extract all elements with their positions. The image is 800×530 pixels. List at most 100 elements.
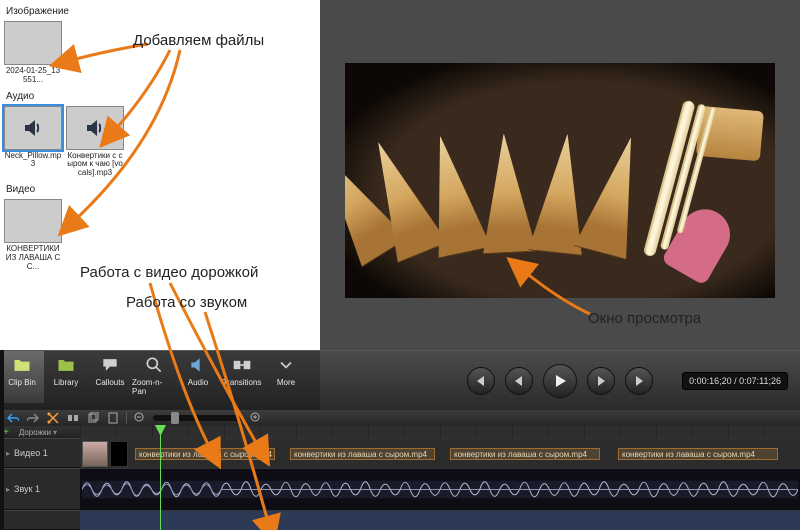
zoom-in-icon — [250, 412, 262, 424]
triangle-right-icon — [596, 376, 606, 386]
scissors-icon — [47, 412, 59, 424]
video-clip[interactable]: конвертики из лаваша с сыром.mp4 — [618, 448, 778, 460]
transitions-icon — [232, 355, 252, 375]
tab-library[interactable]: Library — [44, 351, 88, 403]
audio-track: ▸ Звук 1 — [0, 468, 800, 510]
track-label-video[interactable]: ▸ Видео 1 — [0, 438, 80, 468]
transport-bar: 0:00:16;20 / 0:07:11;26 — [320, 350, 800, 410]
annotation-video-track: Работа с видео дорожкой — [80, 264, 258, 281]
split-icon — [67, 412, 79, 424]
audio-lane-2[interactable] — [80, 510, 800, 530]
undo-button[interactable] — [6, 412, 20, 424]
step-back-button[interactable] — [505, 367, 533, 395]
tracks-label: Дорожки — [19, 428, 51, 437]
track-label-audio-2[interactable] — [0, 510, 80, 530]
tab-transitions[interactable]: Transitions — [220, 351, 264, 403]
step-fwd-button[interactable] — [587, 367, 615, 395]
zoom-icon — [144, 355, 164, 375]
zoom-out-icon — [134, 412, 146, 424]
next-frame-button[interactable] — [625, 367, 653, 395]
audio-lane[interactable] — [80, 468, 800, 510]
media-item[interactable]: Neck_Pillow.mp3 — [4, 106, 62, 178]
tab-audio[interactable]: Audio — [176, 351, 220, 403]
speaker-icon — [21, 116, 45, 140]
callout-icon — [100, 355, 120, 375]
audio-thumbnail — [66, 106, 124, 150]
track-name: Видео 1 — [14, 448, 48, 458]
copy-icon — [87, 412, 99, 424]
speaker-icon — [83, 116, 107, 140]
track-header-bar: + Дорожки ▾ — [0, 426, 800, 438]
cut-button[interactable] — [46, 412, 60, 424]
paste-icon — [107, 412, 119, 424]
preview-canvas[interactable] — [345, 63, 775, 298]
play-button[interactable] — [543, 364, 577, 398]
video-lane[interactable]: конвертики из лаваша с сыром.mp4 конверт… — [80, 438, 800, 468]
audio-thumb-row: Neck_Pillow.mp3 Конвертики с сыром к чаю… — [4, 106, 296, 178]
slider-knob[interactable] — [171, 412, 179, 424]
zoom-slider[interactable] — [153, 415, 243, 421]
section-label-audio: Аудио — [6, 91, 296, 102]
chevron-down-icon — [276, 355, 296, 375]
audio-track-2 — [0, 510, 800, 530]
section-label-video: Видео — [6, 184, 296, 195]
timeline-toolbar — [0, 410, 800, 426]
video-clip[interactable]: конвертики из лаваша с сыром.mp4 — [290, 448, 435, 460]
tab-label: Audio — [188, 378, 208, 387]
annotation-add-files: Добавляем файлы — [133, 32, 264, 49]
tab-label: Library — [54, 378, 78, 387]
video-thumb-row: КОНВЕРТИКИ ИЗ ЛАВАША С С... — [4, 199, 296, 271]
tab-zoom[interactable]: Zoom-n-Pan — [132, 351, 176, 403]
media-item[interactable]: Конвертики с сыром к чаю [vocals].mp3 — [66, 106, 124, 178]
media-caption: 2024-01-25_13551... — [4, 67, 62, 85]
tab-label: More — [277, 378, 295, 387]
tab-label: Transitions — [223, 378, 262, 387]
audio-thumbnail — [4, 106, 62, 150]
track-label-audio[interactable]: ▸ Звук 1 — [0, 468, 80, 510]
track-name: Звук 1 — [14, 484, 40, 494]
video-clip[interactable]: конвертики из лаваша с сыром.mp4 — [135, 448, 275, 460]
video-clip[interactable]: конвертики из лаваша с сыром.mp4 — [450, 448, 600, 460]
collapse-icon[interactable]: ▸ — [6, 485, 10, 494]
toolbar-row: Clip Bin Library Callouts Zoom-n-Pan Aud… — [0, 350, 800, 410]
annotation-preview: Окно просмотра — [588, 310, 701, 327]
image-thumb-row: 2024-01-25_13551... — [4, 21, 296, 85]
tab-more[interactable]: More — [264, 351, 308, 403]
skip-fwd-icon — [634, 376, 644, 386]
tab-label: Callouts — [96, 378, 125, 387]
chevron-down-icon[interactable]: ▾ — [53, 428, 57, 437]
video-thumbnail — [4, 199, 62, 243]
tab-label: Clip Bin — [8, 378, 36, 387]
preview-panel — [320, 0, 800, 350]
editor-tabs: Clip Bin Library Callouts Zoom-n-Pan Aud… — [0, 350, 320, 410]
waveform — [82, 471, 798, 508]
prev-frame-button[interactable] — [467, 367, 495, 395]
tab-clip-bin[interactable]: Clip Bin — [0, 351, 44, 403]
media-caption: КОНВЕРТИКИ ИЗ ЛАВАША С С... — [4, 245, 62, 271]
playhead[interactable] — [160, 426, 161, 530]
time-display: 0:00:16;20 / 0:07:11;26 — [682, 372, 788, 390]
library-icon — [56, 355, 76, 375]
time-ruler[interactable] — [80, 426, 800, 438]
media-item[interactable]: 2024-01-25_13551... — [4, 21, 62, 85]
folder-clip-icon — [12, 355, 32, 375]
video-track: ▸ Видео 1 конвертики из лаваша с сыром.m… — [0, 438, 800, 468]
skip-back-icon — [476, 376, 486, 386]
redo-button[interactable] — [26, 412, 40, 424]
undo-icon — [7, 413, 19, 423]
image-thumbnail — [4, 21, 62, 65]
clip-thumbnail[interactable] — [110, 441, 128, 467]
copy-button[interactable] — [86, 412, 100, 424]
media-caption: Neck_Pillow.mp3 — [4, 152, 62, 170]
clip-thumbnail[interactable] — [82, 441, 108, 467]
media-item[interactable]: КОНВЕРТИКИ ИЗ ЛАВАША С С... — [4, 199, 62, 271]
split-button[interactable] — [66, 412, 80, 424]
tab-label: Zoom-n-Pan — [132, 378, 176, 396]
collapse-icon[interactable]: ▸ — [6, 449, 10, 458]
paste-button[interactable] — [106, 412, 120, 424]
zoom-out-button[interactable] — [133, 412, 147, 424]
tab-callouts[interactable]: Callouts — [88, 351, 132, 403]
zoom-in-button[interactable] — [249, 412, 263, 424]
triangle-left-icon — [514, 376, 524, 386]
audio-icon — [188, 355, 208, 375]
